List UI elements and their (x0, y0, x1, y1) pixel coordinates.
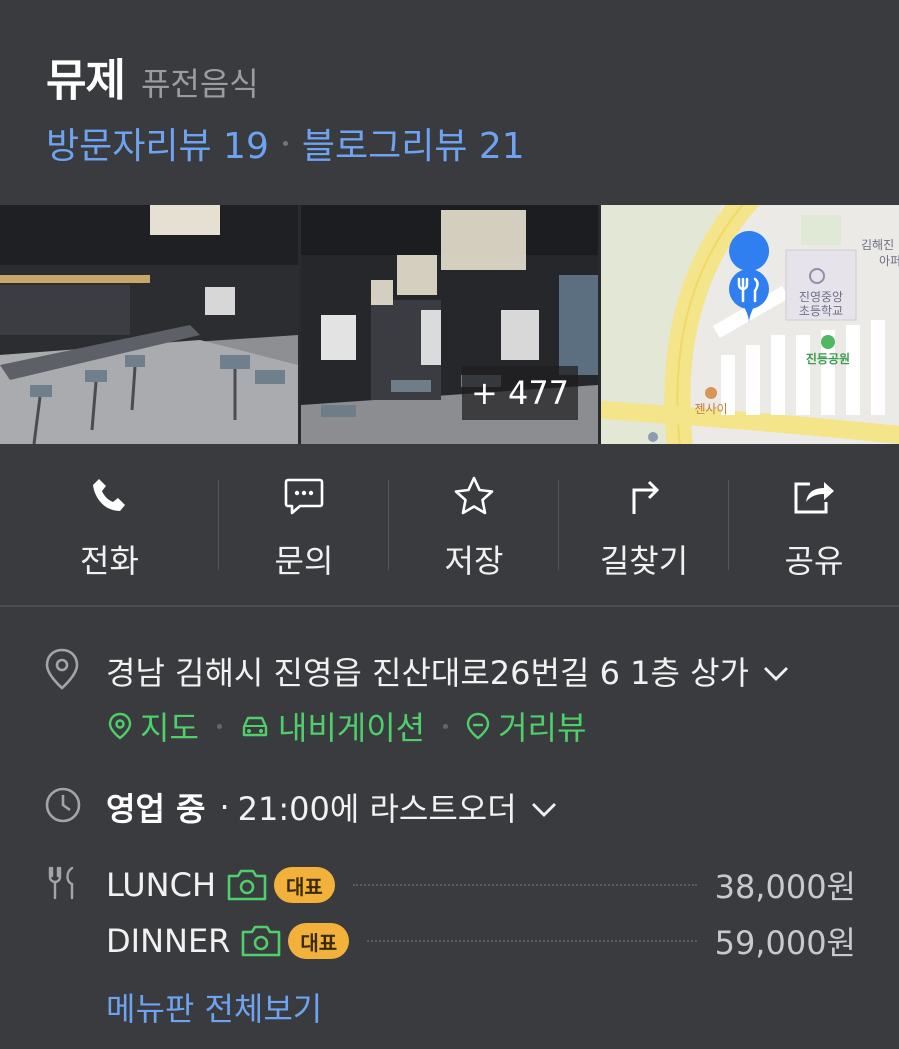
location-links: 지도 내비게이션 거리뷰 (108, 703, 586, 749)
place-category: 퓨전음식 (140, 65, 259, 103)
place-header: 뮤제 퓨전음식 방문자리뷰 19 블로그리뷰 21 (0, 0, 899, 205)
photo-interior-bar[interactable] (0, 205, 298, 444)
call-label: 전화 (80, 542, 139, 580)
menu-item-price: 38,000원 (714, 868, 856, 906)
map-label-top-right-2: 아퍼 (879, 254, 899, 268)
separator-dot (282, 140, 288, 146)
map-label-restaurant: 젠사이 (694, 402, 727, 416)
representative-badge: 대표 (288, 923, 350, 959)
clock-icon (44, 786, 82, 828)
share-button[interactable]: 공유 (729, 444, 899, 605)
map-pin-small-icon (108, 712, 132, 740)
star-icon (452, 474, 496, 518)
representative-badge: 대표 (274, 867, 335, 903)
camera-icon (226, 869, 268, 901)
menu-item-name: DINNER (106, 922, 231, 960)
review-row: 방문자리뷰 19 블로그리뷰 21 (46, 117, 525, 169)
menu-item[interactable]: LUNCH 대표 38,000원 (106, 862, 856, 908)
separator-dot (443, 723, 449, 729)
share-icon (792, 474, 836, 518)
navigation-link-label: 내비게이션 (277, 709, 426, 747)
open-status: 영업 중 (106, 790, 206, 828)
action-bar: 전화 문의 저장 길찾기 공유 (0, 444, 899, 607)
more-photos-badge[interactable]: + 477 (462, 366, 578, 420)
save-button[interactable]: 저장 (389, 444, 559, 605)
street-view-link-label: 거리뷰 (498, 709, 587, 747)
street-view-link[interactable]: 거리뷰 (466, 703, 586, 749)
call-button[interactable]: 전화 (0, 444, 219, 605)
photo-interior-dining[interactable]: + 477 (301, 205, 598, 444)
directions-button[interactable]: 길찾기 (559, 444, 729, 605)
menu-item-price: 59,000원 (714, 924, 856, 962)
separator-dot: · (219, 788, 230, 826)
menu-item-name: LUNCH (106, 866, 216, 904)
photo-strip: + 477 진영중앙 초등학교 진등공원 젠사이 김해진 아퍼 (0, 205, 899, 444)
map-label-school-line2: 초등학교 (799, 304, 843, 318)
address-text: 경남 김해시 진영읍 진산대로26번길 6 1층 상가 (106, 654, 749, 692)
last-order-time: 21:00에 라스트오더 (237, 790, 517, 828)
separator-dot (216, 723, 222, 729)
share-label: 공유 (784, 542, 844, 580)
address-row[interactable]: 경남 김해시 진영읍 진산대로26번길 6 1층 상가 (106, 648, 789, 694)
full-menu-link[interactable]: 메뉴판 전체보기 (106, 984, 322, 1030)
street-view-icon (466, 712, 490, 740)
menu-item[interactable]: DINNER 대표 59,000원 (106, 918, 856, 964)
place-detail-page: 뮤제 퓨전음식 방문자리뷰 19 블로그리뷰 21 + 477 진영중앙 초등학… (0, 0, 899, 1049)
map-label-park: 진등공원 (806, 351, 850, 366)
camera-icon (240, 925, 282, 957)
map-label-top-right-1: 김해진 (861, 238, 894, 252)
chevron-down-icon (763, 652, 789, 690)
dotted-leader (367, 940, 697, 942)
navigation-link[interactable]: 내비게이션 (240, 703, 425, 749)
place-name: 뮤제 (46, 55, 126, 106)
phone-icon (88, 474, 132, 518)
visitor-reviews-link[interactable]: 방문자리뷰 19 (46, 117, 269, 169)
inquiry-button[interactable]: 문의 (219, 444, 389, 605)
title-row: 뮤제 퓨전음식 (46, 44, 259, 108)
business-hours-row[interactable]: 영업 중 · 21:00에 라스트오더 (106, 784, 557, 830)
fork-knife-icon (48, 866, 80, 904)
blog-reviews-link[interactable]: 블로그리뷰 21 (302, 117, 525, 169)
map-thumbnail-image: 진영중앙 초등학교 진등공원 젠사이 김해진 아퍼 (601, 205, 899, 444)
chevron-down-icon (531, 788, 557, 826)
directions-label: 길찾기 (599, 542, 689, 580)
map-link-label: 지도 (140, 709, 199, 747)
photo-interior-bar-image (0, 205, 298, 444)
directions-icon (622, 474, 666, 518)
dotted-leader (352, 884, 697, 886)
map-label-school-line1: 진영중앙 (799, 290, 843, 304)
map-link[interactable]: 지도 (108, 703, 199, 749)
location-pin-icon (44, 647, 80, 695)
car-icon (242, 716, 268, 737)
chat-icon (282, 474, 326, 518)
save-label: 저장 (444, 542, 504, 580)
inquiry-label: 문의 (274, 542, 334, 580)
location-map-thumbnail[interactable]: 진영중앙 초등학교 진등공원 젠사이 김해진 아퍼 (601, 205, 899, 444)
